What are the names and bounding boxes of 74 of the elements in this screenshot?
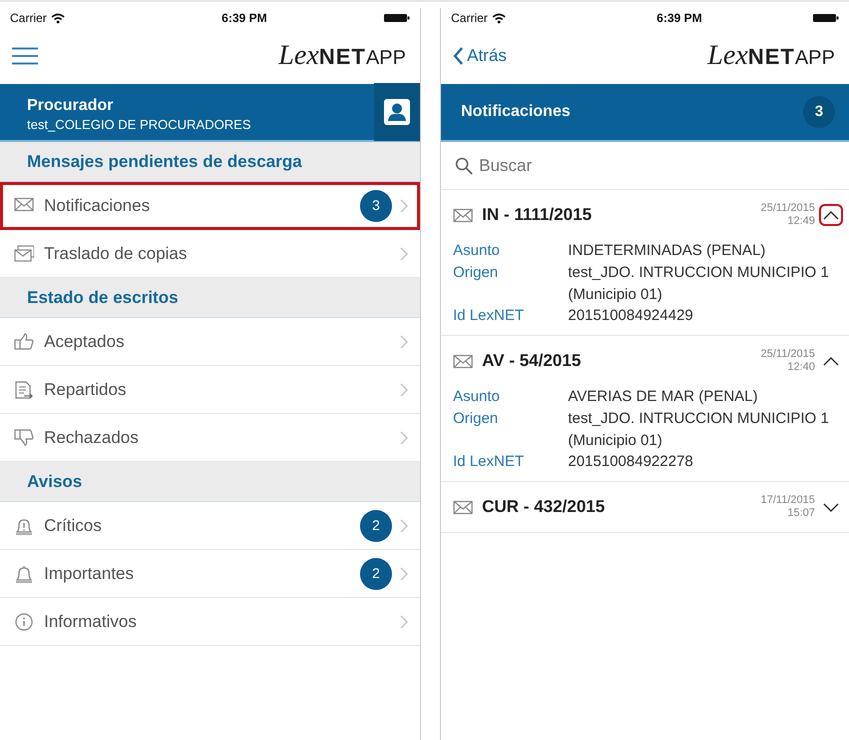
logo-text: APP — [366, 46, 406, 71]
notification-title: IN - 1111/2015 — [482, 204, 593, 226]
logo-bold-text: NET — [318, 43, 366, 71]
chevron-right-icon — [400, 198, 408, 212]
thumbs-up-icon — [14, 332, 34, 350]
menu-item[interactable]: Notificaciones 3 — [0, 182, 420, 230]
chevron-up-icon — [823, 356, 839, 366]
detail-label: Id LexNET — [453, 306, 525, 326]
chevron-right-icon — [400, 246, 408, 260]
clock-text: 6:39 PM — [222, 10, 268, 27]
carrier-text: Carrier — [10, 10, 47, 27]
date-text: 17/11/2015 — [760, 494, 815, 507]
detail-value: AVERIAS DE MAR (PENAL) — [568, 387, 759, 407]
logo-script-text: Lex — [278, 39, 319, 73]
screen-title: Notificaciones — [461, 102, 570, 122]
envelope-icon — [453, 500, 473, 514]
count-badge: 3 — [803, 96, 835, 128]
detail-label: Id LexNET — [453, 452, 525, 472]
notification-title: CUR - 432/2015 — [482, 496, 606, 518]
detail-label: Asunto — [453, 387, 501, 407]
battery-icon — [813, 13, 839, 23]
detail-value: test_JDO. INTRUCCION MUNICIPIO 1 (Municipio 01) — [568, 262, 830, 304]
section-header: Mensajes pendientes de descarga — [0, 142, 420, 182]
battery-icon — [384, 13, 410, 23]
carrier-text: Carrier — [451, 10, 488, 27]
section-header: Estado de escritos — [0, 278, 420, 318]
count-badge: 2 — [360, 558, 392, 590]
detail-label: Asunto — [453, 241, 501, 261]
clock-text: 6:39 PM — [656, 10, 702, 27]
time-text: 15:07 — [786, 507, 815, 520]
user-icon — [384, 99, 410, 125]
collapse-button[interactable] — [819, 204, 843, 226]
menu-icon[interactable] — [12, 47, 38, 65]
envelope-icon — [453, 354, 473, 368]
info-icon — [14, 612, 34, 630]
chevron-down-icon — [823, 502, 839, 512]
date-text: 25/11/2015 — [760, 202, 815, 215]
bell-alert-icon — [14, 516, 34, 534]
profile-button[interactable] — [374, 83, 420, 141]
chevron-right-icon — [400, 518, 408, 532]
bell-icon — [14, 564, 34, 582]
user-role-text: Procurador — [27, 96, 114, 116]
chevron-right-icon — [400, 430, 408, 444]
detail-value: 201510084922278 — [568, 452, 694, 472]
document-icon — [14, 380, 34, 398]
detail-label: Origen — [453, 408, 500, 429]
detail-label: Origen — [453, 262, 500, 283]
logo-bold-text: NET — [748, 43, 795, 71]
wifi-icon — [50, 12, 65, 24]
stacked-envelopes-icon — [14, 244, 34, 262]
back-button[interactable]: Atrás — [453, 43, 507, 69]
chevron-right-icon — [400, 334, 408, 348]
time-text: 12:49 — [786, 215, 815, 228]
date-text: 25/11/2015 — [760, 348, 815, 361]
chevron-up-icon — [823, 210, 839, 220]
back-chevron-icon — [453, 47, 463, 65]
thumbs-down-icon — [14, 428, 34, 446]
count-badge: 3 — [360, 190, 392, 222]
chevron-right-icon — [400, 382, 408, 396]
envelope-icon — [453, 208, 473, 222]
count-badge: 2 — [360, 510, 392, 542]
detail-value: 201510084924429 — [568, 306, 694, 326]
time-text: 12:40 — [786, 361, 815, 374]
detail-value: test_JDO. INTRUCCION MUNICIPIO 1 (Municipio 01) — [568, 408, 830, 450]
section-header: Avisos — [0, 462, 420, 502]
wifi-icon — [492, 12, 506, 24]
chevron-right-icon — [400, 566, 408, 580]
logo-text: APP — [794, 46, 835, 71]
search-icon — [455, 156, 473, 174]
detail-value: INDETERMINADAS (PENAL) — [568, 241, 767, 261]
organization-text: test_COLEGIO DE PROCURADORES — [27, 118, 251, 130]
logo-script-text: Lex — [708, 39, 748, 73]
chevron-right-icon — [400, 614, 408, 628]
notification-title: AV - 54/2015 — [482, 350, 582, 372]
